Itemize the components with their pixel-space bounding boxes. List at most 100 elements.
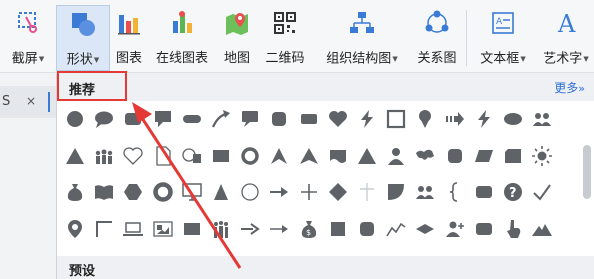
- map-label: 地图: [223, 51, 250, 66]
- people-group-icon: [95, 149, 113, 164]
- shape-pill[interactable]: [180, 107, 204, 131]
- shape-arrow-right-thin[interactable]: [267, 217, 291, 241]
- qrcode-button[interactable]: 二维码: [260, 5, 310, 71]
- more-shapes-link[interactable]: 更多»: [554, 79, 585, 96]
- shape-long-arrow[interactable]: [267, 180, 291, 204]
- shape-rounded-rect[interactable]: [472, 180, 496, 204]
- speech-bubble-icon: [95, 111, 114, 128]
- shape-picture-frame[interactable]: [151, 217, 175, 241]
- shape-lightning[interactable]: [472, 107, 496, 131]
- shape-dollar-bag[interactable]: $: [297, 217, 321, 241]
- shape-speech-bubble[interactable]: [92, 107, 116, 131]
- shape-cross-thin[interactable]: [355, 180, 379, 204]
- shape-mountain[interactable]: [530, 217, 554, 241]
- textbox-button[interactable]: A 文本框▼: [472, 5, 534, 71]
- wordart-button[interactable]: A 艺术字▼: [538, 5, 594, 71]
- shape-people-group[interactable]: [92, 144, 116, 168]
- screenshot-button[interactable]: 截屏▼: [4, 5, 52, 71]
- shape-triangle[interactable]: [355, 144, 379, 168]
- arrow-right-icon: [241, 222, 260, 235]
- shape-diamond[interactable]: [326, 180, 350, 204]
- shape-striped-arrow[interactable]: [443, 107, 467, 131]
- shape-add-person[interactable]: [443, 217, 467, 241]
- relation-diagram-button[interactable]: 关系图: [412, 5, 462, 71]
- document-icon: [155, 145, 171, 166]
- shape-rounded-rect[interactable]: [121, 107, 145, 131]
- close-tab-icon[interactable]: ×: [26, 94, 36, 108]
- shape-question-circle[interactable]: ?: [501, 180, 525, 204]
- shape-parallelogram[interactable]: [472, 144, 496, 168]
- shape-people[interactable]: [413, 180, 437, 204]
- shape-quarter-pie[interactable]: [384, 180, 408, 204]
- shape-triangle-right[interactable]: [209, 180, 233, 204]
- shape-frame[interactable]: [384, 107, 408, 131]
- rounded-rect-icon: [125, 113, 142, 125]
- shape-speech-rect[interactable]: [151, 107, 175, 131]
- shapes-button[interactable]: 形状▼: [56, 5, 110, 71]
- shape-people[interactable]: [530, 107, 554, 131]
- shape-heart[interactable]: [326, 107, 350, 131]
- shape-book[interactable]: [92, 180, 116, 204]
- question-circle-icon: ?: [504, 183, 522, 201]
- shapes-label: 形状: [66, 52, 93, 68]
- triangle-icon: [66, 147, 84, 164]
- shape-location-pin[interactable]: [63, 217, 87, 241]
- chart-button[interactable]: 图表: [110, 5, 148, 71]
- shape-circle[interactable]: [63, 107, 87, 131]
- shape-diamond-flat[interactable]: [413, 217, 437, 241]
- shape-crowd[interactable]: [209, 217, 233, 241]
- rect-chamfer-icon: [505, 148, 521, 163]
- shape-hand-pointer[interactable]: [501, 217, 525, 241]
- pin-icon: [419, 110, 432, 128]
- shape-rounded-square[interactable]: [443, 144, 467, 168]
- shape-brace[interactable]: [443, 180, 467, 204]
- rectangle-icon: [213, 149, 229, 162]
- scrollbar-thumb[interactable]: [583, 145, 591, 199]
- shape-world-map[interactable]: [413, 144, 437, 168]
- shape-monitor[interactable]: [180, 180, 204, 204]
- document-tab-label[interactable]: S: [2, 94, 10, 109]
- shape-callout-rect[interactable]: [238, 107, 262, 131]
- shape-person[interactable]: [384, 144, 408, 168]
- shape-gallery-scrollbar[interactable]: [583, 107, 591, 253]
- shape-arrow-right[interactable]: [238, 217, 262, 241]
- shape-rounded-square[interactable]: [267, 107, 291, 131]
- map-button[interactable]: 地图: [218, 5, 256, 71]
- shape-globe-card[interactable]: [180, 144, 204, 168]
- shape-rounded-square[interactable]: [355, 217, 379, 241]
- shape-rectangle[interactable]: [180, 217, 204, 241]
- shape-callout-wave[interactable]: [326, 144, 350, 168]
- shape-rectangle[interactable]: [209, 144, 233, 168]
- shape-pin[interactable]: [413, 107, 437, 131]
- shape-arrowhead[interactable]: [267, 144, 291, 168]
- brace-icon: [449, 182, 457, 202]
- shape-circle-outline[interactable]: [238, 180, 262, 204]
- shape-zigzag-line[interactable]: [384, 217, 408, 241]
- shape-rounded-rect-small[interactable]: [297, 107, 321, 131]
- preset-title: 预设: [69, 264, 96, 279]
- shape-sun[interactable]: [530, 144, 554, 168]
- shape-laptop[interactable]: [121, 217, 145, 241]
- shape-hexagon[interactable]: [121, 180, 145, 204]
- shape-corner-bracket[interactable]: [92, 217, 116, 241]
- shape-plus[interactable]: [297, 180, 321, 204]
- shape-square[interactable]: [326, 217, 350, 241]
- shape-heart-outline[interactable]: [121, 144, 145, 168]
- shape-rect-chamfer[interactable]: [501, 144, 525, 168]
- shape-donut[interactable]: [151, 180, 175, 204]
- person-icon: [388, 147, 405, 165]
- shape-arrowhead-pointed[interactable]: [297, 144, 321, 168]
- shape-document[interactable]: [151, 144, 175, 168]
- shape-ellipse[interactable]: [501, 107, 525, 131]
- shape-money-bag[interactable]: [63, 180, 87, 204]
- shape-ring[interactable]: [238, 144, 262, 168]
- shape-triangle[interactable]: [63, 144, 87, 168]
- arrow-right-thin-icon: [270, 224, 289, 233]
- shape-lightning[interactable]: [355, 107, 379, 131]
- online-chart-button[interactable]: 在线图表: [151, 5, 213, 71]
- shape-checkmark[interactable]: [530, 180, 554, 204]
- org-chart-button[interactable]: 组织结构图▼: [316, 5, 408, 71]
- shape-curved-arrow[interactable]: [209, 107, 233, 131]
- bar-chart-icon: [118, 15, 140, 35]
- shape-rounded-rect[interactable]: [472, 217, 496, 241]
